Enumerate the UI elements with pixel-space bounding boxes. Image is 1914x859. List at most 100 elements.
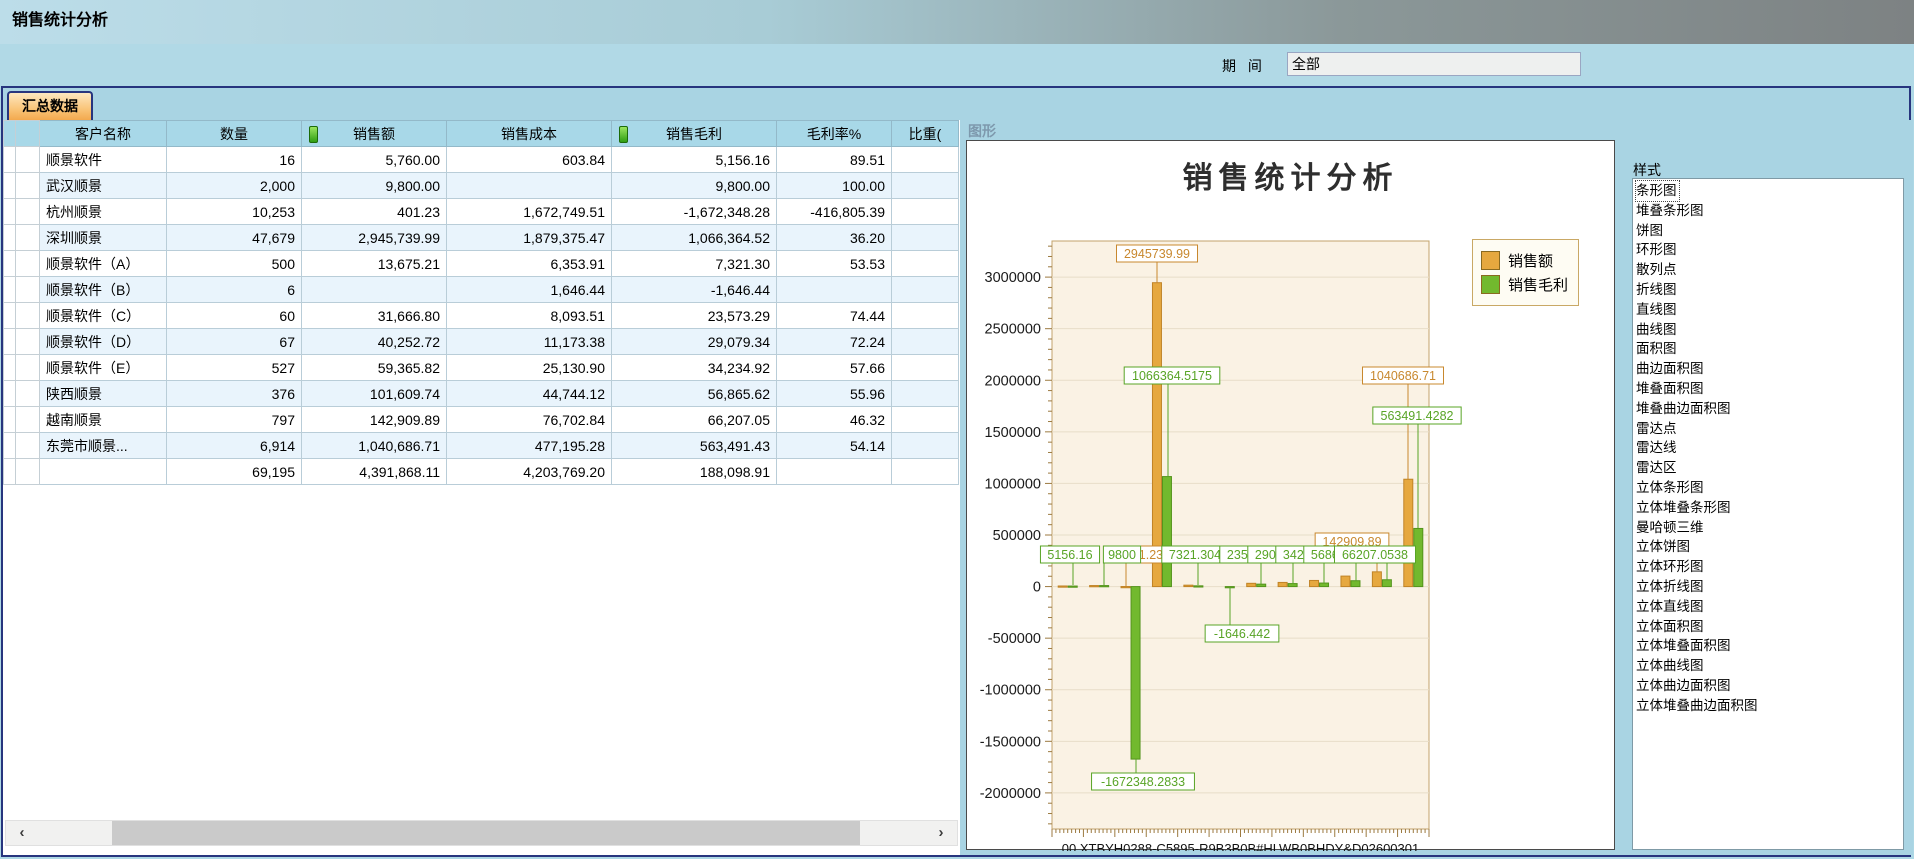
table-cell[interactable]: 25,130.90 [447, 355, 612, 381]
table-cell[interactable]: 越南顺景 [40, 407, 167, 433]
table-cell[interactable] [777, 459, 892, 485]
table-cell[interactable]: 1,040,686.71 [302, 433, 447, 459]
table-cell[interactable]: 10,253 [167, 199, 302, 225]
chart-style-list[interactable]: 条形图堆叠条形图饼图环形图散列点折线图直线图曲线图面积图曲边面积图堆叠面积图堆叠… [1632, 178, 1904, 850]
table-cell[interactable]: 59,365.82 [302, 355, 447, 381]
table-cell[interactable] [892, 277, 959, 303]
column-header[interactable]: 毛利率% [777, 121, 892, 147]
table-cell[interactable] [892, 459, 959, 485]
table-cell[interactable]: 6,914 [167, 433, 302, 459]
table-cell[interactable] [892, 147, 959, 173]
table-cell[interactable]: 1,879,375.47 [447, 225, 612, 251]
table-cell[interactable] [892, 355, 959, 381]
table-cell[interactable]: 57.66 [777, 355, 892, 381]
table-cell[interactable] [892, 407, 959, 433]
style-list-item[interactable]: 折线图 [1636, 280, 1903, 300]
style-list-item[interactable]: 直线图 [1636, 300, 1903, 320]
table-cell[interactable]: 顺景软件（C） [40, 303, 167, 329]
style-list-item[interactable]: 立体饼图 [1636, 537, 1903, 557]
table-cell[interactable]: 89.51 [777, 147, 892, 173]
table-cell[interactable]: 23,573.29 [612, 303, 777, 329]
style-list-item[interactable]: 立体曲边面积图 [1636, 676, 1903, 696]
table-cell[interactable] [892, 251, 959, 277]
table-cell[interactable]: 5,156.16 [612, 147, 777, 173]
table-cell[interactable]: 100.00 [777, 173, 892, 199]
table-cell[interactable]: 797 [167, 407, 302, 433]
style-list-item[interactable]: 环形图 [1636, 240, 1903, 260]
scroll-right-icon[interactable]: › [927, 821, 955, 845]
table-cell[interactable]: 66,207.05 [612, 407, 777, 433]
table-cell[interactable]: 13,675.21 [302, 251, 447, 277]
table-cell[interactable]: 376 [167, 381, 302, 407]
table-cell[interactable] [892, 381, 959, 407]
horizontal-scrollbar[interactable]: ‹ › [5, 820, 958, 846]
table-cell[interactable]: -1,646.44 [612, 277, 777, 303]
table-cell[interactable] [777, 277, 892, 303]
table-cell[interactable]: 7,321.30 [612, 251, 777, 277]
table-cell[interactable]: 56,865.62 [612, 381, 777, 407]
table-cell[interactable]: 深圳顺景 [40, 225, 167, 251]
table-cell[interactable]: 76,702.84 [447, 407, 612, 433]
table-cell[interactable] [892, 199, 959, 225]
table-cell[interactable]: 67 [167, 329, 302, 355]
column-header[interactable]: 销售成本 [447, 121, 612, 147]
scroll-left-icon[interactable]: ‹ [8, 821, 36, 845]
table-cell[interactable]: 527 [167, 355, 302, 381]
style-list-item[interactable]: 立体堆叠面积图 [1636, 636, 1903, 656]
style-list-item[interactable]: 条形图 [1636, 181, 1679, 201]
table-cell[interactable]: 顺景软件 [40, 147, 167, 173]
table-cell[interactable]: 8,093.51 [447, 303, 612, 329]
style-list-item[interactable]: 堆叠曲边面积图 [1636, 399, 1903, 419]
table-cell[interactable]: 2,000 [167, 173, 302, 199]
table-cell[interactable]: 东莞市顺景... [40, 433, 167, 459]
style-list-item[interactable]: 立体折线图 [1636, 577, 1903, 597]
table-cell[interactable]: 40,252.72 [302, 329, 447, 355]
table-cell[interactable]: 563,491.43 [612, 433, 777, 459]
table-cell[interactable] [40, 459, 167, 485]
table-cell[interactable] [447, 173, 612, 199]
table-cell[interactable]: 6 [167, 277, 302, 303]
table-cell[interactable] [892, 303, 959, 329]
table-cell[interactable]: 9,800.00 [302, 173, 447, 199]
column-header[interactable]: 数量 [167, 121, 302, 147]
table-cell[interactable]: 11,173.38 [447, 329, 612, 355]
table-cell[interactable]: 36.20 [777, 225, 892, 251]
table-cell[interactable]: 6,353.91 [447, 251, 612, 277]
table-cell[interactable]: 2,945,739.99 [302, 225, 447, 251]
style-list-item[interactable]: 雷达点 [1636, 419, 1903, 439]
style-list-item[interactable]: 立体面积图 [1636, 617, 1903, 637]
style-list-item[interactable]: 散列点 [1636, 260, 1903, 280]
table-cell[interactable]: 29,079.34 [612, 329, 777, 355]
column-header[interactable]: 客户名称 [40, 121, 167, 147]
style-list-item[interactable]: 立体环形图 [1636, 557, 1903, 577]
style-list-item[interactable]: 立体曲线图 [1636, 656, 1903, 676]
style-list-item[interactable]: 雷达线 [1636, 438, 1903, 458]
style-list-item[interactable]: 曼哈顿三维 [1636, 518, 1903, 538]
table-cell[interactable]: 188,098.91 [612, 459, 777, 485]
style-list-item[interactable]: 立体直线图 [1636, 597, 1903, 617]
table-cell[interactable] [892, 225, 959, 251]
table-cell[interactable]: 142,909.89 [302, 407, 447, 433]
style-list-item[interactable]: 曲线图 [1636, 320, 1903, 340]
table-cell[interactable] [302, 277, 447, 303]
table-cell[interactable]: -416,805.39 [777, 199, 892, 225]
table-cell[interactable] [892, 173, 959, 199]
column-header[interactable]: 销售毛利 [612, 121, 777, 147]
table-cell[interactable]: 1,066,364.52 [612, 225, 777, 251]
table-cell[interactable]: 60 [167, 303, 302, 329]
table-cell[interactable]: 401.23 [302, 199, 447, 225]
scrollbar-thumb[interactable] [112, 821, 860, 845]
table-cell[interactable]: 101,609.74 [302, 381, 447, 407]
table-cell[interactable]: 5,760.00 [302, 147, 447, 173]
style-list-item[interactable]: 立体堆叠曲边面积图 [1636, 696, 1903, 716]
table-cell[interactable] [892, 329, 959, 355]
style-list-item[interactable]: 雷达区 [1636, 458, 1903, 478]
table-cell[interactable]: 500 [167, 251, 302, 277]
table-cell[interactable]: 55.96 [777, 381, 892, 407]
table-cell[interactable]: 477,195.28 [447, 433, 612, 459]
table-cell[interactable]: 9,800.00 [612, 173, 777, 199]
table-cell[interactable]: 武汉顺景 [40, 173, 167, 199]
table-cell[interactable]: 杭州顺景 [40, 199, 167, 225]
table-cell[interactable]: 74.44 [777, 303, 892, 329]
table-cell[interactable]: 4,391,868.11 [302, 459, 447, 485]
